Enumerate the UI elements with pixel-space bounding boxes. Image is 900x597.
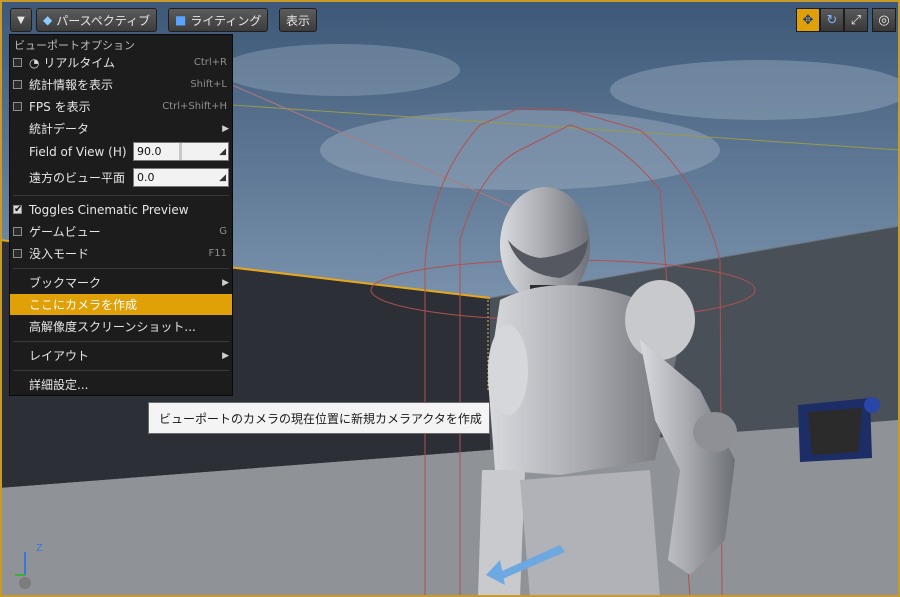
submenu-arrow-icon: ▶ (222, 123, 229, 134)
cinematic-label: Toggles Cinematic Preview (29, 202, 189, 217)
layout-label: レイアウト (29, 349, 90, 363)
menu-separator (13, 195, 229, 196)
clock-icon: ◔ (29, 56, 40, 70)
show-fps-shortcut: Ctrl+Shift+H (162, 101, 227, 112)
menu-item-bookmarks[interactable]: ブックマーク ▶ (10, 272, 232, 293)
move-icon: ✥ (802, 12, 814, 28)
menu-item-far-plane: 遠方のビュー平面 0.0 ◢ (10, 167, 232, 188)
menu-separator (13, 268, 229, 269)
resize-icon: ◢ (219, 146, 226, 157)
perspective-icon: ◆ (43, 13, 53, 27)
menu-item-advanced-settings[interactable]: 詳細設定... (10, 374, 232, 395)
scale-tool-button[interactable]: ⤢ (844, 8, 868, 32)
fov-value: 90.0 (137, 145, 162, 158)
lighting-button[interactable]: ■ ライティング (168, 8, 269, 32)
menu-header: ビューポートオプション (14, 39, 135, 52)
stat-data-label: 統計データ (29, 122, 90, 136)
show-stats-label: 統計情報を表示 (29, 78, 114, 92)
menu-item-layout[interactable]: レイアウト ▶ (10, 345, 232, 366)
menu-item-show-fps[interactable]: FPS を表示 Ctrl+Shift+H (10, 96, 232, 117)
menu-item-hires-screenshot[interactable]: 高解像度スクリーンショット... (10, 316, 232, 337)
far-plane-label: 遠方のビュー平面 (29, 171, 126, 185)
world-local-toggle[interactable]: ◎ (872, 8, 896, 32)
resize-icon: ◢ (219, 172, 226, 183)
far-plane-input[interactable]: 0.0 ◢ (133, 168, 229, 187)
menu-item-game-view[interactable]: ゲームビュー G (10, 221, 232, 242)
bookmarks-label: ブックマーク (29, 276, 102, 290)
viewport-options-menu: ビューポートオプション ◔ リアルタイム Ctrl+R 統計情報を表示 Shif… (9, 34, 233, 396)
check-icon: ✔ (14, 204, 23, 215)
tooltip: ビューポートのカメラの現在位置に新規カメラアクタを作成 (148, 402, 490, 434)
menu-item-show-stats[interactable]: 統計情報を表示 Shift+L (10, 74, 232, 95)
show-stats-checkbox[interactable] (13, 80, 22, 89)
far-plane-value: 0.0 (137, 171, 155, 184)
menu-item-stat-data[interactable]: 統計データ ▶ (10, 118, 232, 139)
rotate-tool-button[interactable]: ↻ (820, 8, 844, 32)
chevron-down-icon: ▼ (17, 14, 25, 26)
game-view-shortcut: G (219, 226, 227, 237)
fov-input[interactable]: 90.0 ◢ (133, 142, 229, 161)
realtime-checkbox[interactable] (13, 58, 22, 67)
immersive-shortcut: F11 (208, 248, 227, 259)
tooltip-text: ビューポートのカメラの現在位置に新規カメラアクタを作成 (159, 411, 482, 426)
submenu-arrow-icon: ▶ (222, 277, 229, 288)
menu-item-immersive[interactable]: 没入モード F11 (10, 243, 232, 264)
immersive-label: 没入モード (29, 247, 90, 261)
create-camera-label: ここにカメラを作成 (29, 298, 138, 312)
viewport-options-button[interactable]: ▼ (10, 8, 32, 32)
cloud (610, 60, 900, 120)
show-label: 表示 (286, 13, 311, 28)
show-fps-checkbox[interactable] (13, 102, 22, 111)
advanced-settings-label: 詳細設定... (29, 378, 89, 392)
translate-tool-button[interactable]: ✥ (796, 8, 820, 32)
light-actor (798, 397, 880, 462)
hires-screenshot-label: 高解像度スクリーンショット... (29, 320, 196, 334)
rotate-icon: ↻ (826, 12, 838, 28)
immersive-checkbox[interactable] (13, 249, 22, 258)
game-view-checkbox[interactable] (13, 227, 22, 236)
perspective-label: パースペクティブ (56, 13, 151, 28)
cube-icon: ■ (175, 13, 187, 27)
cloud (220, 44, 460, 96)
menu-separator (13, 370, 229, 371)
game-view-label: ゲームビュー (29, 225, 101, 239)
lighting-label: ライティング (190, 13, 262, 28)
show-button[interactable]: 表示 (279, 8, 318, 32)
realtime-label: ◔ リアルタイム (29, 54, 115, 71)
menu-item-realtime[interactable]: ◔ リアルタイム Ctrl+R (10, 52, 232, 73)
menu-separator (13, 341, 229, 342)
menu-item-fov: Field of View (H) 90.0 ◢ (10, 141, 232, 162)
realtime-text: リアルタイム (43, 56, 115, 70)
cinematic-checkbox[interactable]: ✔ (13, 204, 23, 215)
globe-icon: ◎ (878, 12, 890, 28)
menu-item-cinematic-preview[interactable]: ✔ Toggles Cinematic Preview (10, 199, 232, 220)
show-stats-shortcut: Shift+L (190, 79, 227, 90)
fov-slider-handle[interactable] (179, 143, 182, 160)
show-fps-label: FPS を表示 (29, 100, 91, 114)
realtime-shortcut: Ctrl+R (193, 57, 227, 68)
submenu-arrow-icon: ▶ (222, 350, 229, 361)
perspective-button[interactable]: ◆ パースペクティブ (36, 8, 158, 32)
fov-label: Field of View (H) (29, 144, 127, 159)
menu-item-create-camera[interactable]: ここにカメラを作成 (10, 294, 232, 315)
axis-label-z: Z (36, 543, 43, 554)
scale-icon: ⤢ (850, 12, 862, 28)
